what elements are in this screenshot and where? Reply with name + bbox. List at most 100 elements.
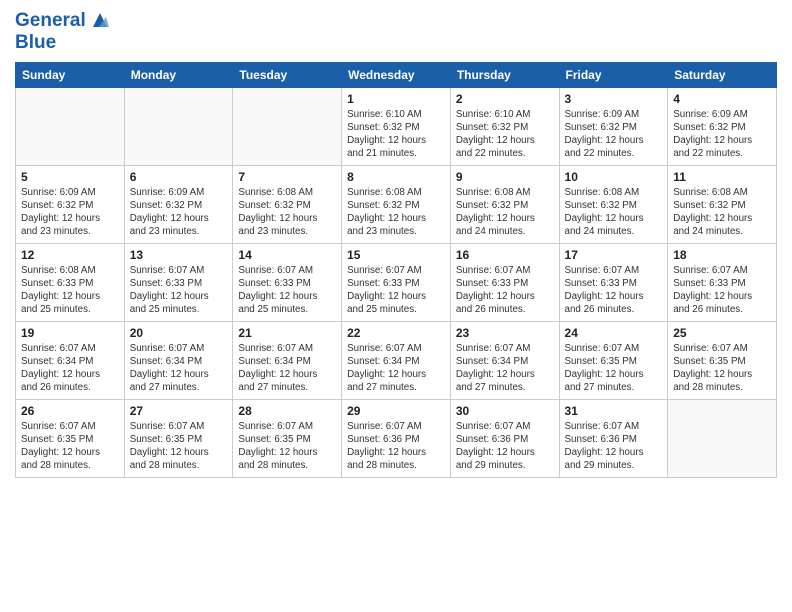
logo: General Blue	[15, 10, 111, 54]
day-number: 25	[673, 326, 771, 340]
calendar-day-9: 9Sunrise: 6:08 AMSunset: 6:32 PMDaylight…	[450, 165, 559, 243]
day-number: 1	[347, 92, 445, 106]
calendar-day-15: 15Sunrise: 6:07 AMSunset: 6:33 PMDayligh…	[342, 243, 451, 321]
day-info: Sunrise: 6:07 AMSunset: 6:35 PMDaylight:…	[21, 420, 119, 473]
calendar-week-4: 19 Sunrise: 6:07 AMSunset: 6:34 PMDayligh…	[16, 321, 777, 399]
day-info: Sunrise: 6:07 AMSunset: 6:33 PMDaylight:…	[673, 264, 771, 317]
calendar-day-1: 1Sunrise: 6:10 AMSunset: 6:32 PMDaylight…	[342, 87, 451, 165]
calendar-day-20: 20 Sunrise: 6:07 AMSunset: 6:34 PMDayligh…	[124, 321, 233, 399]
calendar-week-5: 26 Sunrise: 6:07 AMSunset: 6:35 PMDayligh…	[16, 399, 777, 477]
calendar-day-30: 30 Sunrise: 6:07 AMSunset: 6:36 PMDayligh…	[450, 399, 559, 477]
day-info: Sunrise: 6:07 AMSunset: 6:34 PMDaylight:…	[456, 342, 554, 395]
day-info: Sunrise: 6:07 AMSunset: 6:34 PMDaylight:…	[21, 342, 119, 395]
day-number: 22	[347, 326, 445, 340]
day-number: 13	[130, 248, 228, 262]
day-number: 20	[130, 326, 228, 340]
calendar-day-18: 18 Sunrise: 6:07 AMSunset: 6:33 PMDayligh…	[668, 243, 777, 321]
day-info: Sunrise: 6:07 AMSunset: 6:33 PMDaylight:…	[456, 264, 554, 317]
day-number: 30	[456, 404, 554, 418]
day-info: Sunrise: 6:07 AMSunset: 6:34 PMDaylight:…	[130, 342, 228, 395]
calendar-table: SundayMondayTuesdayWednesdayThursdayFrid…	[15, 62, 777, 478]
calendar-day-26: 26 Sunrise: 6:07 AMSunset: 6:35 PMDayligh…	[16, 399, 125, 477]
calendar-day-3: 3 Sunrise: 6:09 AMSunset: 6:32 PMDaylight…	[559, 87, 668, 165]
calendar-day-11: 11 Sunrise: 6:08 AMSunset: 6:32 PMDayligh…	[668, 165, 777, 243]
day-number: 24	[565, 326, 663, 340]
logo-general: General	[15, 10, 86, 32]
day-number: 3	[565, 92, 663, 106]
day-info: Sunrise: 6:09 AMSunset: 6:32 PMDaylight:…	[565, 108, 663, 161]
day-number: 26	[21, 404, 119, 418]
day-info: Sunrise: 6:09 AMSunset: 6:32 PMDaylight:…	[130, 186, 228, 239]
calendar-day-10: 10Sunrise: 6:08 AMSunset: 6:32 PMDayligh…	[559, 165, 668, 243]
day-number: 2	[456, 92, 554, 106]
day-info: Sunrise: 6:09 AMSunset: 6:32 PMDaylight:…	[21, 186, 119, 239]
day-number: 28	[238, 404, 336, 418]
day-info: Sunrise: 6:07 AMSunset: 6:33 PMDaylight:…	[130, 264, 228, 317]
weekday-thursday: Thursday	[450, 62, 559, 87]
day-info: Sunrise: 6:07 AMSunset: 6:35 PMDaylight:…	[565, 342, 663, 395]
calendar-day-16: 16 Sunrise: 6:07 AMSunset: 6:33 PMDayligh…	[450, 243, 559, 321]
calendar-day-28: 28Sunrise: 6:07 AMSunset: 6:35 PMDayligh…	[233, 399, 342, 477]
day-info: Sunrise: 6:07 AMSunset: 6:36 PMDaylight:…	[565, 420, 663, 473]
weekday-monday: Monday	[124, 62, 233, 87]
day-number: 23	[456, 326, 554, 340]
day-number: 17	[565, 248, 663, 262]
day-number: 4	[673, 92, 771, 106]
day-number: 5	[21, 170, 119, 184]
day-info: Sunrise: 6:10 AMSunset: 6:32 PMDaylight:…	[456, 108, 554, 161]
day-info: Sunrise: 6:07 AMSunset: 6:35 PMDaylight:…	[130, 420, 228, 473]
calendar-day-23: 23 Sunrise: 6:07 AMSunset: 6:34 PMDayligh…	[450, 321, 559, 399]
calendar-day-8: 8 Sunrise: 6:08 AMSunset: 6:32 PMDaylight…	[342, 165, 451, 243]
calendar-day-12: 12Sunrise: 6:08 AMSunset: 6:33 PMDayligh…	[16, 243, 125, 321]
day-info: Sunrise: 6:08 AMSunset: 6:32 PMDaylight:…	[238, 186, 336, 239]
day-number: 9	[456, 170, 554, 184]
calendar-day-29: 29 Sunrise: 6:07 AMSunset: 6:36 PMDayligh…	[342, 399, 451, 477]
weekday-tuesday: Tuesday	[233, 62, 342, 87]
day-number: 27	[130, 404, 228, 418]
weekday-sunday: Sunday	[16, 62, 125, 87]
calendar-day-6: 6 Sunrise: 6:09 AMSunset: 6:32 PMDaylight…	[124, 165, 233, 243]
calendar-day-14: 14Sunrise: 6:07 AMSunset: 6:33 PMDayligh…	[233, 243, 342, 321]
day-info: Sunrise: 6:07 AMSunset: 6:34 PMDaylight:…	[347, 342, 445, 395]
day-number: 29	[347, 404, 445, 418]
calendar-day-19: 19 Sunrise: 6:07 AMSunset: 6:34 PMDayligh…	[16, 321, 125, 399]
day-info: Sunrise: 6:07 AMSunset: 6:36 PMDaylight:…	[347, 420, 445, 473]
calendar-day-27: 27 Sunrise: 6:07 AMSunset: 6:35 PMDayligh…	[124, 399, 233, 477]
day-number: 6	[130, 170, 228, 184]
calendar-day-13: 13 Sunrise: 6:07 AMSunset: 6:33 PMDayligh…	[124, 243, 233, 321]
empty-cell	[233, 87, 342, 165]
day-number: 11	[673, 170, 771, 184]
calendar-day-5: 5 Sunrise: 6:09 AMSunset: 6:32 PMDaylight…	[16, 165, 125, 243]
weekday-wednesday: Wednesday	[342, 62, 451, 87]
day-number: 7	[238, 170, 336, 184]
day-number: 21	[238, 326, 336, 340]
calendar-header: General Blue	[15, 10, 777, 54]
calendar-day-24: 24 Sunrise: 6:07 AMSunset: 6:35 PMDayligh…	[559, 321, 668, 399]
day-number: 16	[456, 248, 554, 262]
day-number: 18	[673, 248, 771, 262]
calendar-day-17: 17Sunrise: 6:07 AMSunset: 6:33 PMDayligh…	[559, 243, 668, 321]
calendar-day-21: 21 Sunrise: 6:07 AMSunset: 6:34 PMDayligh…	[233, 321, 342, 399]
day-number: 8	[347, 170, 445, 184]
logo-blue: Blue	[15, 32, 111, 54]
day-number: 10	[565, 170, 663, 184]
day-info: Sunrise: 6:07 AMSunset: 6:35 PMDaylight:…	[673, 342, 771, 395]
calendar-day-25: 25 Sunrise: 6:07 AMSunset: 6:35 PMDayligh…	[668, 321, 777, 399]
day-info: Sunrise: 6:08 AMSunset: 6:32 PMDaylight:…	[673, 186, 771, 239]
day-number: 12	[21, 248, 119, 262]
calendar-day-31: 31Sunrise: 6:07 AMSunset: 6:36 PMDayligh…	[559, 399, 668, 477]
calendar-week-3: 12Sunrise: 6:08 AMSunset: 6:33 PMDayligh…	[16, 243, 777, 321]
calendar-day-4: 4 Sunrise: 6:09 AMSunset: 6:32 PMDaylight…	[668, 87, 777, 165]
weekday-friday: Friday	[559, 62, 668, 87]
calendar-day-7: 7 Sunrise: 6:08 AMSunset: 6:32 PMDaylight…	[233, 165, 342, 243]
day-info: Sunrise: 6:08 AMSunset: 6:32 PMDaylight:…	[347, 186, 445, 239]
empty-cell	[16, 87, 125, 165]
empty-cell	[668, 399, 777, 477]
weekday-saturday: Saturday	[668, 62, 777, 87]
day-info: Sunrise: 6:07 AMSunset: 6:36 PMDaylight:…	[456, 420, 554, 473]
day-info: Sunrise: 6:09 AMSunset: 6:32 PMDaylight:…	[673, 108, 771, 161]
calendar-day-2: 2 Sunrise: 6:10 AMSunset: 6:32 PMDaylight…	[450, 87, 559, 165]
day-info: Sunrise: 6:07 AMSunset: 6:34 PMDaylight:…	[238, 342, 336, 395]
day-info: Sunrise: 6:07 AMSunset: 6:33 PMDaylight:…	[238, 264, 336, 317]
day-number: 19	[21, 326, 119, 340]
